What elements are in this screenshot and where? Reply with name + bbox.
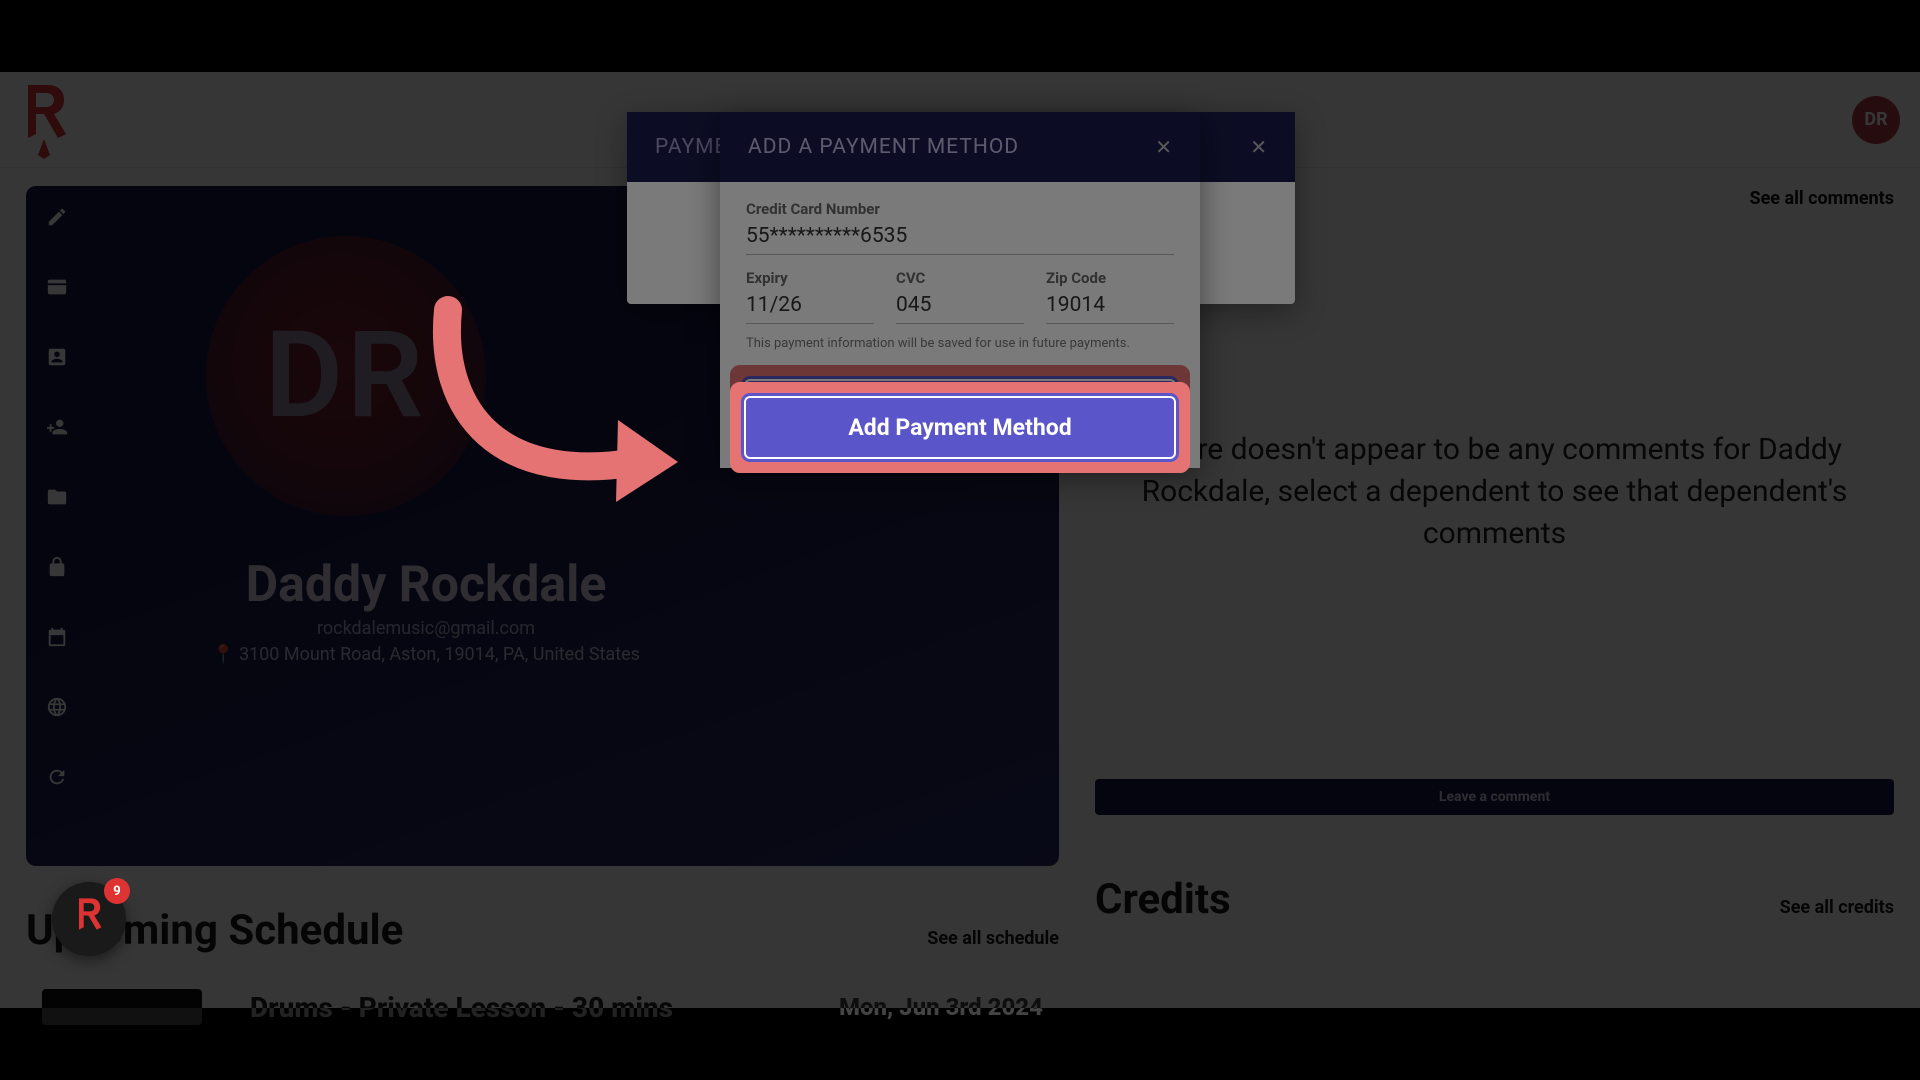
- app-root: DR DR Daddy Rockdale: [0, 72, 1920, 1008]
- add-payment-modal-title: ADD A PAYMENT METHOD: [748, 135, 1019, 159]
- add-payment-method-button-highlighted[interactable]: Add Payment Method: [744, 396, 1176, 459]
- close-icon[interactable]: ✕: [1155, 135, 1172, 159]
- tutorial-highlight-top: Add Payment Method: [730, 382, 1190, 473]
- notifications-badge[interactable]: 9: [52, 882, 126, 956]
- zip-input[interactable]: [1046, 289, 1174, 324]
- expiry-input[interactable]: [746, 289, 874, 324]
- add-payment-modal-header: ADD A PAYMENT METHOD ✕: [720, 112, 1200, 182]
- cc-detail-row: Expiry CVC Zip Code: [746, 269, 1174, 324]
- letterbox-top: [0, 0, 1920, 72]
- cvc-input[interactable]: [896, 289, 1024, 324]
- cc-number-label: Credit Card Number: [746, 200, 1174, 218]
- cc-number-input[interactable]: [746, 220, 1174, 255]
- cvc-label: CVC: [896, 269, 1024, 287]
- modal-overlay-front: ADD A PAYMENT METHOD ✕ Credit Card Numbe…: [0, 72, 1920, 1008]
- save-note: This payment information will be saved f…: [746, 336, 1174, 353]
- add-payment-modal-body: Credit Card Number Expiry CVC Zip Code: [720, 182, 1200, 357]
- notifications-count: 9: [104, 878, 130, 904]
- expiry-label: Expiry: [746, 269, 874, 287]
- zip-label: Zip Code: [1046, 269, 1174, 287]
